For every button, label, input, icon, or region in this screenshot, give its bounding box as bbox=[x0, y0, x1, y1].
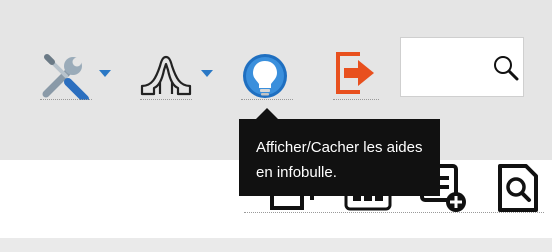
layout-underline bbox=[140, 99, 192, 100]
document-search-button[interactable] bbox=[496, 162, 540, 214]
logout-button[interactable] bbox=[334, 50, 378, 96]
tools-underline bbox=[40, 99, 92, 100]
search-box[interactable] bbox=[400, 37, 524, 97]
exit-arrow-icon bbox=[336, 52, 374, 94]
magnifier-icon[interactable] bbox=[493, 55, 519, 81]
layout-dropdown-caret[interactable] bbox=[201, 70, 213, 77]
help-underline bbox=[241, 99, 293, 100]
wrench-screwdriver-icon bbox=[42, 54, 89, 100]
tooltip-text: Afficher/Cacher les aides en infobulle. bbox=[256, 139, 423, 181]
toggle-tooltips-button[interactable] bbox=[241, 52, 289, 100]
tooltip: Afficher/Cacher les aides en infobulle. bbox=[239, 119, 440, 196]
lightbulb-icon bbox=[243, 54, 287, 98]
document-search-icon bbox=[498, 164, 538, 212]
tools-dropdown-caret[interactable] bbox=[99, 70, 111, 77]
secondary-toolbar-underline bbox=[244, 212, 544, 213]
layout-button[interactable] bbox=[140, 54, 192, 98]
logout-underline bbox=[333, 99, 379, 100]
tools-button[interactable] bbox=[40, 52, 94, 100]
tent-shape-icon bbox=[140, 55, 192, 96]
tooltip-arrow bbox=[256, 108, 278, 119]
bottom-strip bbox=[0, 238, 552, 252]
